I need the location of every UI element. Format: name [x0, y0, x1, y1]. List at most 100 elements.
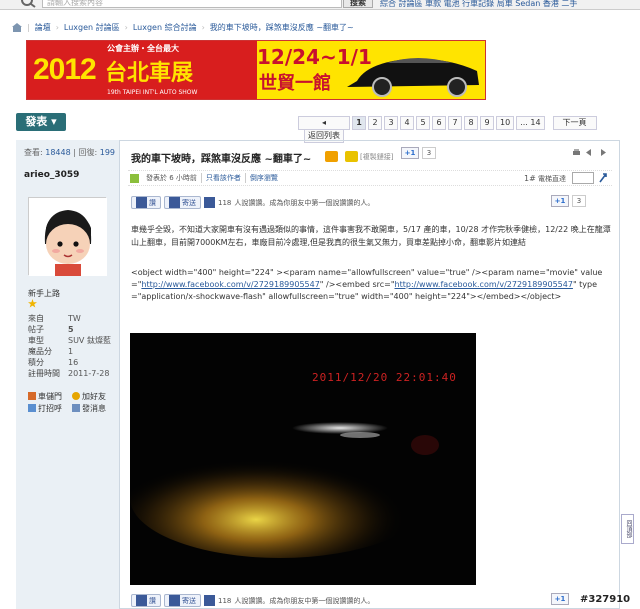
pagination: ◂ 返回列表 1 2 3 4 5 6 7 8 9 10 ... 14 下一頁 — [298, 116, 597, 143]
plus-one-count: 3 — [572, 195, 586, 207]
print-icon[interactable] — [572, 148, 581, 157]
post-body: 車幾乎全毀，不知道大家開車有沒有遇過類似的事情，這件事害我不敢開車，5/17 產… — [131, 225, 611, 247]
facebook-like-icon — [136, 197, 147, 208]
embed-code-text: <object width="400" height="224" ><param… — [131, 268, 603, 301]
send-button[interactable]: 寄送 — [164, 196, 201, 209]
page-link-4[interactable]: 4 — [400, 116, 414, 130]
add-friend-icon — [72, 392, 80, 400]
next-thread-icon[interactable] — [598, 148, 607, 157]
auto-show-banner-ad[interactable]: 2012 公會主辦・全台最大 台北車展 19th TAIPEI INT'L AU… — [26, 40, 486, 100]
post-new-thread-button[interactable]: 發表 ▾ — [16, 113, 66, 131]
back-to-list-button[interactable]: ◂ 返回列表 — [298, 116, 350, 143]
breadcrumb-luxgen-board[interactable]: Luxgen 討論區 — [64, 22, 120, 33]
user-rank: 新手上路 — [28, 289, 60, 298]
avatar[interactable] — [28, 197, 107, 276]
thread-stats: 查看: 18448 | 回復: 199 — [24, 148, 116, 157]
next-page-button[interactable]: 下一頁 — [552, 116, 597, 130]
post-time: 發表於 6 小時前 — [142, 173, 202, 183]
top-search-bar: 請輸入搜索內容 搜索 綜合 討論區 車款 電池 行車記錄 局車 Sedan 香港… — [0, 0, 640, 10]
page-link-14[interactable]: ... 14 — [516, 116, 545, 130]
only-author-link[interactable]: 只看該作者 — [202, 173, 246, 183]
share-row-top: 讚 寄送 118 人說讚讚。成為你朋友中第一個說讚讚的人。 — [131, 196, 374, 209]
greet-link[interactable]: 打招呼 — [28, 403, 62, 414]
breadcrumb-separator: | — [27, 22, 30, 32]
copy-link-button[interactable]: [複製鏈接] — [360, 152, 393, 162]
facebook-logo-icon — [204, 595, 215, 606]
breadcrumb-forum[interactable]: 論壇 — [35, 22, 51, 33]
home-icon[interactable] — [12, 22, 22, 32]
like-count: 118 — [218, 198, 232, 207]
page-link-9[interactable]: 9 — [480, 116, 494, 130]
facebook-send-icon — [169, 595, 180, 606]
page-link-7[interactable]: 7 — [448, 116, 462, 130]
view-count: 18448 — [45, 148, 71, 157]
prev-thread-icon[interactable] — [585, 148, 594, 157]
back-to-top-button[interactable]: 回頂部 — [621, 514, 634, 544]
sports-car-image — [347, 58, 479, 97]
add-friend-link[interactable]: 加好友 — [72, 391, 106, 402]
page-link-8[interactable]: 8 — [464, 116, 478, 130]
page-link-3[interactable]: 3 — [384, 116, 398, 130]
goto-floor-input[interactable] — [572, 172, 594, 184]
page-link-10[interactable]: 10 — [496, 116, 515, 130]
google-plus-one-top: +1 3 — [401, 147, 436, 159]
jump-arrow-icon[interactable] — [598, 172, 608, 183]
send-button[interactable]: 寄送 — [164, 594, 201, 607]
author-username[interactable]: arieo_3059 — [24, 170, 79, 180]
goto-floor-label: 電梯直達 — [538, 175, 566, 183]
star-icon — [28, 299, 37, 308]
banner-year: 2012 — [33, 53, 97, 86]
like-button[interactable]: 讚 — [131, 594, 161, 607]
page-link-1[interactable]: 1 — [352, 116, 366, 130]
hot-badge-icon — [325, 151, 338, 162]
page-title: 我的車下坡時，踩煞車沒反應 ~翻車了~ — [131, 154, 312, 165]
garage-icon — [28, 392, 36, 400]
thread-tools — [572, 148, 607, 157]
banner-subtitle: 19th TAIPEI INT'L AUTO SHOW — [107, 89, 198, 96]
google-plus-one-mid: +1 3 — [551, 195, 586, 207]
breadcrumb-separator: › — [55, 22, 59, 32]
info-row-posts: 帖子 5 — [28, 325, 74, 334]
breadcrumb-separator: › — [124, 22, 128, 32]
video-timestamp: 2011/12/20 22:01:40 — [312, 371, 457, 384]
share-row-bottom: 讚 寄送 118 人說讚讚。成為你朋友中第一個說讚讚的人。 — [131, 594, 374, 607]
breadcrumb-separator: › — [201, 22, 205, 32]
page-link-2[interactable]: 2 — [368, 116, 382, 130]
breadcrumb-luxgen-general[interactable]: Luxgen 綜合討論 — [133, 22, 197, 33]
facebook-send-icon — [169, 197, 180, 208]
page-link-6[interactable]: 6 — [432, 116, 446, 130]
search-button[interactable]: 搜索 — [343, 0, 373, 8]
google-plus-one-bottom: +1 — [551, 593, 569, 605]
facebook-logo-icon — [204, 197, 215, 208]
car-garage-link[interactable]: 車儲門 — [28, 391, 62, 402]
plus-one-button[interactable]: +1 — [401, 147, 419, 159]
search-icon[interactable] — [20, 0, 36, 8]
info-row-car-model: 車型 SUV 鈦燦藍 — [28, 336, 111, 345]
dashcam-video-frame[interactable]: 2011/12/20 22:01:40 — [130, 333, 476, 585]
send-message-link[interactable]: 發消息 — [72, 403, 106, 414]
envelope-icon — [72, 404, 80, 412]
plus-one-button[interactable]: +1 — [551, 593, 569, 605]
search-categories[interactable]: 綜合 討論區 車款 電池 行車記錄 局車 Sedan 香港 二手 — [380, 0, 577, 9]
like-count: 118 — [218, 596, 232, 605]
breadcrumb-thread[interactable]: 我的車下坡時，踩煞車沒反應 ~翻車了~ — [210, 22, 354, 33]
info-row-from: 來自 TW — [28, 314, 81, 323]
banner-venue: 世貿一館 — [259, 73, 331, 94]
reverse-order-link[interactable]: 倒序瀏覽 — [246, 173, 282, 183]
digest-badge-icon — [345, 151, 358, 162]
like-text: 人說讚讚。成為你朋友中第一個說讚讚的人。 — [234, 596, 375, 605]
search-input[interactable]: 請輸入搜索內容 — [42, 0, 342, 8]
avatar-cartoon-image — [29, 198, 107, 276]
breadcrumb: | 論壇 › Luxgen 討論區 › Luxgen 綜合討論 › 我的車下坡時… — [12, 20, 354, 34]
facebook-video-link-2[interactable]: http://www.facebook.com/v/2729189905547 — [395, 280, 573, 289]
online-status-icon — [130, 173, 139, 183]
reply-count: 199 — [99, 148, 116, 157]
banner-topline: 公會主辦・全台最大 — [107, 44, 179, 53]
watermark-text: #327910 — [580, 594, 631, 605]
like-button[interactable]: 讚 — [131, 196, 161, 209]
like-text: 人說讚讚。成為你朋友中第一個說讚讚的人。 — [234, 198, 375, 207]
plus-one-button[interactable]: +1 — [551, 195, 569, 207]
facebook-video-link-1[interactable]: http://www.facebook.com/v/2729189905547 — [141, 280, 319, 289]
user-info-table: 來自 TW 帖子 5 車型 SUV 鈦燦藍 魔品分 1 積分 16 註冊時間 2011-7-… — [28, 313, 118, 379]
page-link-5[interactable]: 5 — [416, 116, 430, 130]
